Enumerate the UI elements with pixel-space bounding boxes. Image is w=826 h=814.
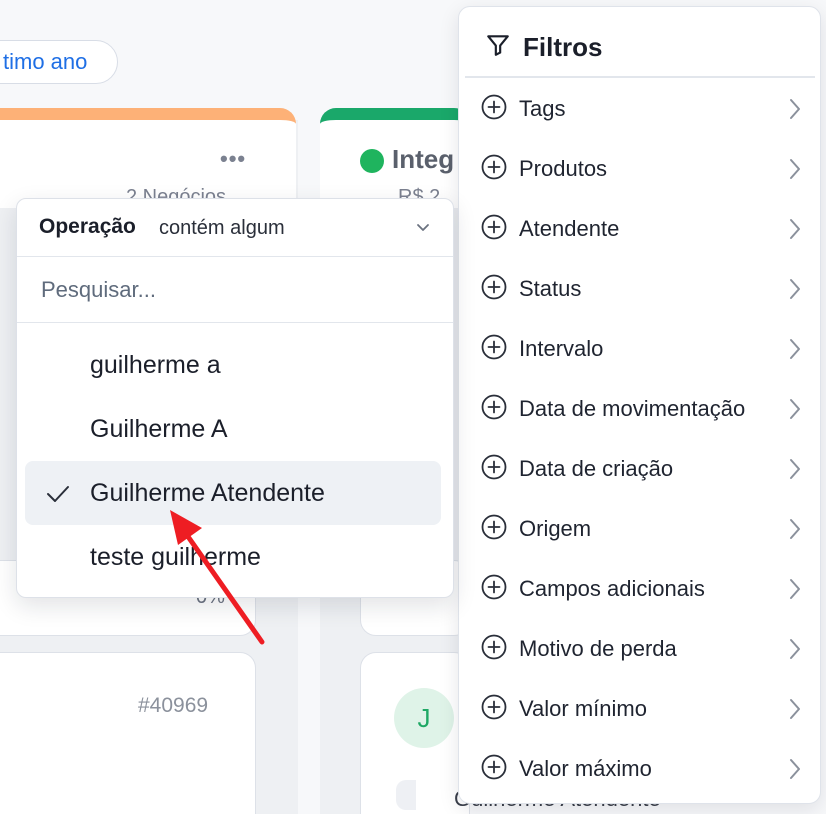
- filters-panel: Filtros Tags Produtos Atendente Status Inter…: [458, 6, 821, 804]
- filter-item[interactable]: Status: [459, 259, 820, 319]
- select-option[interactable]: Guilherme Atendente: [25, 461, 441, 525]
- filter-item[interactable]: Origem: [459, 499, 820, 559]
- column-title: Integ: [392, 144, 455, 174]
- filter-item[interactable]: Atendente: [459, 199, 820, 259]
- plus-circle-icon: [481, 754, 507, 785]
- chevron-right-icon: [788, 157, 802, 186]
- select-option[interactable]: Guilherme A: [25, 397, 441, 461]
- search-input[interactable]: [17, 257, 453, 323]
- deal-card[interactable]: [0, 652, 256, 814]
- plus-circle-icon: [481, 394, 507, 425]
- select-option[interactable]: teste guilherme: [25, 525, 441, 589]
- filter-item-label: Atendente: [519, 216, 620, 241]
- filter-item-label: Data de criação: [519, 456, 674, 481]
- column-status-dot: [360, 149, 384, 173]
- check-icon: [45, 483, 71, 510]
- select-option-label: Guilherme A: [90, 415, 228, 443]
- plus-circle-icon: [481, 154, 507, 185]
- filter-item[interactable]: Motivo de perda: [459, 619, 820, 679]
- filter-item-label: Motivo de perda: [519, 636, 677, 661]
- filter-list: Tags Produtos Atendente Status Intervalo Data…: [459, 79, 820, 799]
- plus-circle-icon: [481, 454, 507, 485]
- chevron-right-icon: [788, 577, 802, 606]
- filter-item[interactable]: Data de criação: [459, 439, 820, 499]
- filter-item-label: Status: [519, 276, 582, 301]
- funnel-icon: [485, 32, 511, 63]
- avatar: J: [394, 688, 454, 748]
- select-option-label: Guilherme Atendente: [90, 479, 325, 507]
- chevron-right-icon: [788, 457, 802, 486]
- filter-item-label: Origem: [519, 516, 592, 541]
- filter-item[interactable]: Valor máximo: [459, 739, 820, 799]
- filter-field-name: Operação: [39, 215, 136, 238]
- filter-item[interactable]: Valor mínimo: [459, 679, 820, 739]
- select-option-label: guilherme a: [90, 351, 221, 379]
- filter-operator: contém algum: [159, 217, 285, 239]
- plus-circle-icon: [481, 634, 507, 665]
- chevron-down-icon[interactable]: [415, 219, 431, 240]
- filter-item[interactable]: Produtos: [459, 139, 820, 199]
- plus-circle-icon: [481, 214, 507, 245]
- filter-item-label: Data de movimentação: [519, 396, 746, 421]
- filter-item[interactable]: Intervalo: [459, 319, 820, 379]
- divider: [465, 76, 815, 78]
- period-filter-pill[interactable]: timo ano: [0, 40, 118, 84]
- chevron-right-icon: [788, 637, 802, 666]
- plus-circle-icon: [481, 694, 507, 725]
- chevron-right-icon: [788, 217, 802, 246]
- select-option-label: teste guilherme: [90, 543, 261, 571]
- chevron-right-icon: [788, 697, 802, 726]
- filters-title: Filtros: [523, 31, 603, 62]
- filter-item[interactable]: Campos adicionais: [459, 559, 820, 619]
- chevron-right-icon: [788, 277, 802, 306]
- chevron-right-icon: [788, 517, 802, 546]
- plus-circle-icon: [481, 274, 507, 305]
- filter-item-label: Produtos: [519, 156, 608, 181]
- filter-item-label: Valor máximo: [519, 756, 652, 781]
- column-menu-button[interactable]: •••: [220, 146, 246, 172]
- filter-item-label: Campos adicionais: [519, 576, 705, 601]
- deal-id: #40969: [138, 694, 209, 717]
- plus-circle-icon: [481, 94, 507, 125]
- plus-circle-icon: [481, 334, 507, 365]
- chevron-right-icon: [788, 97, 802, 126]
- filter-item[interactable]: Tags: [459, 79, 820, 139]
- filter-item-label: Intervalo: [519, 336, 604, 361]
- plus-circle-icon: [481, 514, 507, 545]
- select-trigger[interactable]: Operação contém algum: [17, 199, 453, 257]
- owner-logo: [396, 780, 416, 810]
- filter-item-label: Tags: [519, 96, 566, 121]
- filter-item[interactable]: Data de movimentação: [459, 379, 820, 439]
- option-list: guilherme a Guilherme A Guilherme Atendent…: [17, 333, 453, 589]
- filter-value-select: Operação contém algum guilherme a Guilher…: [16, 198, 454, 598]
- filter-item-label: Valor mínimo: [519, 696, 647, 721]
- select-option[interactable]: guilherme a: [25, 333, 441, 397]
- chevron-right-icon: [788, 757, 802, 786]
- plus-circle-icon: [481, 574, 507, 605]
- chevron-right-icon: [788, 337, 802, 366]
- filters-header: Filtros: [485, 29, 602, 65]
- chevron-right-icon: [788, 397, 802, 426]
